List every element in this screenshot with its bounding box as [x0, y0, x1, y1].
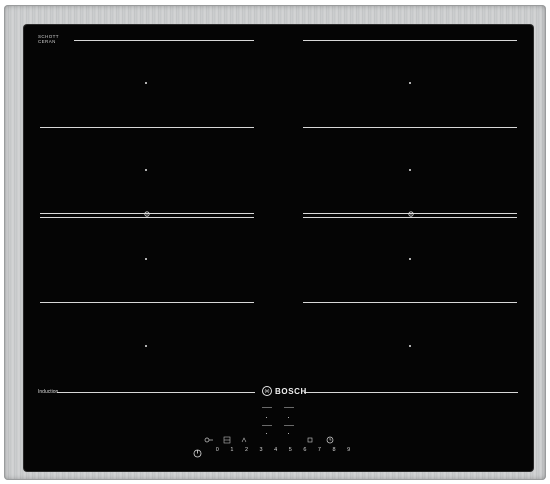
ceramic-glass-surface: SCHOTT CERAN Induction BOSCH 0 1 2 3 4 5…: [24, 25, 533, 471]
bottom-right-line: [304, 392, 518, 393]
bottom-left-line: [57, 392, 255, 393]
zone-select-right-top[interactable]: [284, 407, 294, 414]
right-zone-line-4: [303, 302, 517, 303]
keep-warm-icon[interactable]: [306, 431, 314, 443]
zone-center-dot: [145, 82, 147, 84]
zone-select-right-bottom[interactable]: [284, 425, 294, 432]
zone-indicator-dot: [266, 417, 267, 418]
flex-zone-icon[interactable]: [223, 431, 231, 444]
flex-bridge-icon: [408, 211, 414, 217]
zone-center-dot: [409, 82, 411, 84]
power-level-1[interactable]: 1: [225, 447, 240, 453]
power-level-3[interactable]: 3: [254, 447, 269, 453]
boost-icon[interactable]: [240, 431, 248, 443]
zone-center-dot: [409, 345, 411, 347]
glass-brand-label: SCHOTT CERAN: [38, 34, 59, 44]
power-level-2[interactable]: 2: [239, 447, 254, 453]
zone-select-left-top[interactable]: [262, 407, 272, 414]
zone-indicator-dot: [266, 433, 267, 434]
induction-label: Induction: [38, 389, 59, 395]
zone-center-dot: [145, 345, 147, 347]
power-icon[interactable]: [193, 445, 202, 458]
zone-center-dot: [409, 258, 411, 260]
zone-indicator-dot: [288, 417, 289, 418]
zone-select-left-bottom[interactable]: [262, 425, 272, 432]
left-zone-top-line: [74, 40, 254, 41]
power-level-5[interactable]: 5: [283, 447, 298, 453]
timer-icon[interactable]: [326, 431, 334, 444]
power-level-9[interactable]: 9: [341, 447, 356, 453]
bosch-brand: BOSCH: [262, 384, 307, 398]
brand-name: BOSCH: [275, 386, 307, 396]
stainless-steel-frame: SCHOTT CERAN Induction BOSCH 0 1 2 3 4 5…: [4, 5, 546, 480]
power-level-7[interactable]: 7: [312, 447, 327, 453]
power-level-6[interactable]: 6: [298, 447, 313, 453]
left-zone-line-2: [40, 127, 254, 128]
power-level-8[interactable]: 8: [327, 447, 342, 453]
power-level-4[interactable]: 4: [268, 447, 283, 453]
power-level-slider[interactable]: 0 1 2 3 4 5 6 7 8 9: [210, 445, 356, 455]
zone-center-dot: [409, 169, 411, 171]
bosch-logo-icon: [262, 386, 272, 396]
left-zone-line-4: [40, 302, 254, 303]
power-level-0[interactable]: 0: [210, 447, 225, 453]
zone-indicator-dot: [288, 433, 289, 434]
zone-center-dot: [145, 169, 147, 171]
flex-bridge-icon: [144, 211, 150, 217]
zone-center-dot: [145, 258, 147, 260]
child-lock-icon[interactable]: [204, 431, 213, 443]
glass-label-line2: CERAN: [38, 39, 56, 44]
right-zone-line-2: [303, 127, 517, 128]
right-zone-top-line: [303, 40, 517, 41]
